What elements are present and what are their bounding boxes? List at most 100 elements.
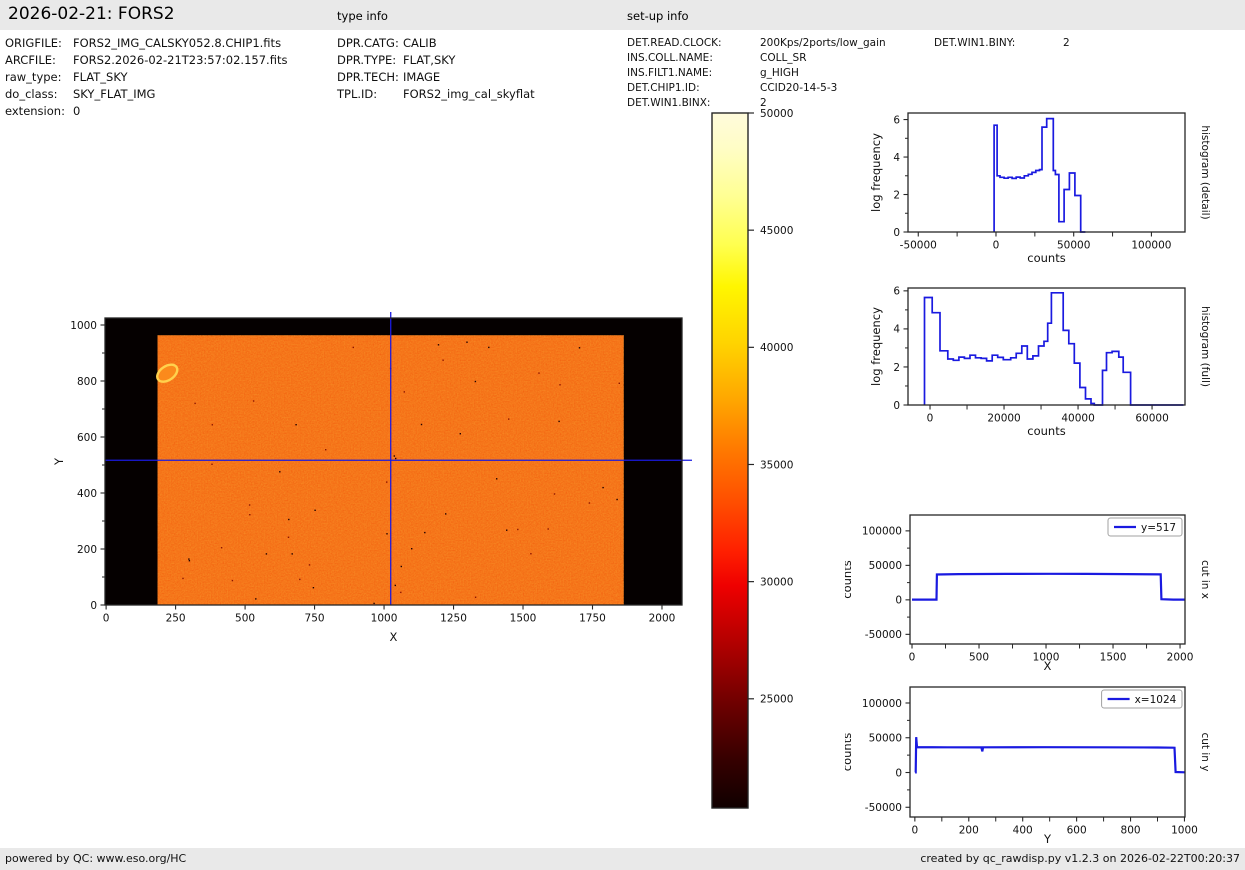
footer-powered-by: powered by QC: www.eso.org/HC: [5, 852, 187, 865]
cut-in-y-plot: 0 200 400 600 800 1000 -50000 0 50000 100000 Ycoun…: [840, 672, 1245, 847]
file-info-panel: ORIGFILE: FORS2_IMG_CALSKY052.8.CHIP1.fit…: [5, 35, 287, 120]
type-info-section-label: type info: [337, 9, 388, 23]
svg-text:0: 0: [893, 400, 900, 412]
svg-text:800: 800: [77, 376, 97, 388]
svg-text:counts: counts: [845, 560, 854, 598]
svg-text:1250: 1250: [440, 613, 467, 625]
svg-text:histogram (full): histogram (full): [1199, 306, 1211, 387]
footer-created-by: created by qc_rawdisp.py v1.2.3 on 2026-…: [920, 852, 1240, 865]
svg-text:0: 0: [895, 767, 902, 779]
svg-text:100000: 100000: [862, 526, 902, 538]
page-title: 2026-02-21: FORS2: [8, 4, 175, 24]
cut-in-x-plot: 0 500 1000 1500 2000 -50000 0 50000 100000 Xcount…: [840, 500, 1245, 675]
colorbar: 25000 30000 35000 40000 45000 50000: [700, 103, 815, 833]
svg-text:500: 500: [235, 613, 255, 625]
svg-text:250: 250: [166, 613, 186, 625]
field-value: g_HIGH: [760, 67, 799, 79]
svg-text:-50000: -50000: [865, 629, 902, 641]
svg-text:0: 0: [90, 600, 97, 612]
svg-text:log frequency: log frequency: [869, 307, 883, 386]
qc-rawdisp-report: 2026-02-21: FORS2 type info set-up info …: [0, 0, 1245, 870]
footer-bar: powered by QC: www.eso.org/HC created by…: [0, 848, 1245, 870]
svg-text:log frequency: log frequency: [869, 133, 883, 212]
type-info-row: DPR.CATG: CALIB: [337, 35, 535, 52]
svg-text:50000: 50000: [1057, 240, 1090, 252]
svg-text:0: 0: [893, 227, 900, 239]
svg-text:750: 750: [305, 613, 325, 625]
svg-text:cut in x: cut in x: [1199, 560, 1211, 599]
svg-text:0: 0: [927, 413, 934, 425]
field-label: DPR.TECH:: [337, 70, 399, 84]
svg-text:-50000: -50000: [900, 240, 937, 252]
field-value: FORS2.2026-02-21T23:57:02.157.fits: [73, 53, 288, 67]
svg-text:35000: 35000: [760, 459, 793, 471]
svg-text:2000: 2000: [1167, 652, 1194, 664]
setup-info-row: DET.READ.CLOCK: 200Kps/2ports/low_gain: [627, 36, 886, 51]
setup-info-section-label: set-up info: [627, 9, 689, 23]
svg-text:40000: 40000: [760, 342, 793, 354]
setup-info-row: INS.COLL.NAME: COLL_SR: [627, 51, 886, 66]
svg-text:800: 800: [1121, 825, 1141, 837]
field-label: extension:: [5, 104, 65, 118]
svg-text:1500: 1500: [1100, 652, 1127, 664]
svg-text:4: 4: [893, 152, 900, 164]
svg-text:0: 0: [103, 613, 110, 625]
setup-info-row: DET.CHIP1.ID: CCID20-14-5-3: [627, 81, 886, 96]
svg-text:X: X: [390, 630, 398, 644]
svg-text:400: 400: [1013, 825, 1033, 837]
svg-text:40000: 40000: [1061, 413, 1094, 425]
field-label: ARCFILE:: [5, 53, 56, 67]
svg-text:100000: 100000: [862, 698, 902, 710]
svg-text:200: 200: [77, 544, 97, 556]
svg-text:2000: 2000: [649, 613, 676, 625]
field-value: 2: [1063, 37, 1070, 49]
field-value: COLL_SR: [760, 52, 807, 64]
svg-text:2: 2: [893, 189, 900, 201]
svg-text:-50000: -50000: [865, 802, 902, 814]
svg-text:600: 600: [1067, 825, 1087, 837]
svg-text:50000: 50000: [760, 108, 793, 120]
field-value: FORS2_IMG_CALSKY052.8.CHIP1.fits: [73, 36, 282, 50]
setup-info-panel-right: DET.WIN1.BINY: 2: [934, 36, 1070, 51]
file-info-row: ARCFILE: FORS2.2026-02-21T23:57:02.157.fi…: [5, 52, 287, 69]
field-label: TPL.ID:: [337, 87, 378, 101]
field-value: FLAT,SKY: [403, 53, 456, 67]
svg-text:400: 400: [77, 488, 97, 500]
field-label: DET.CHIP1.ID:: [627, 82, 700, 94]
main-image-plot: 0 250 500 750 1000 1250 1500 1750 2000 0 200 400 600…: [40, 300, 700, 665]
setup-info-panel: DET.READ.CLOCK: 200Kps/2ports/low_gain IN…: [627, 36, 886, 111]
svg-text:histogram (detail): histogram (detail): [1199, 125, 1211, 219]
svg-text:60000: 60000: [1135, 413, 1168, 425]
field-label: do_class:: [5, 87, 58, 101]
type-info-row: TPL.ID: FORS2_img_cal_skyflat: [337, 86, 535, 103]
type-info-row: DPR.TECH: IMAGE: [337, 69, 535, 86]
svg-text:counts: counts: [845, 733, 854, 771]
svg-text:1000: 1000: [70, 320, 97, 332]
setup-info-row: INS.FILT1.NAME: g_HIGH: [627, 66, 886, 81]
setup-info-row: DET.WIN1.BINY: 2: [934, 36, 1070, 51]
header-bar: 2026-02-21: FORS2 type info set-up info: [0, 0, 1245, 30]
file-info-row: raw_type: FLAT_SKY: [5, 69, 287, 86]
svg-text:y=517: y=517: [1141, 522, 1176, 534]
svg-text:25000: 25000: [760, 694, 793, 706]
field-label: DPR.TYPE:: [337, 53, 397, 67]
svg-text:X: X: [1044, 659, 1052, 673]
field-label: INS.COLL.NAME:: [627, 52, 713, 64]
svg-text:100000: 100000: [1131, 240, 1171, 252]
svg-text:0: 0: [912, 825, 919, 837]
svg-text:1500: 1500: [510, 613, 537, 625]
type-info-panel: DPR.CATG: CALIB DPR.TYPE: FLAT,SKY DPR.TEC…: [337, 35, 535, 103]
svg-text:cut in y: cut in y: [1199, 732, 1211, 771]
svg-text:1000: 1000: [1171, 825, 1198, 837]
field-label: DET.READ.CLOCK:: [627, 37, 722, 49]
field-label: ORIGFILE:: [5, 36, 62, 50]
svg-text:20000: 20000: [987, 413, 1020, 425]
field-value: CCID20-14-5-3: [760, 82, 838, 94]
svg-text:4: 4: [893, 324, 900, 336]
field-value: 200Kps/2ports/low_gain: [760, 37, 886, 49]
svg-text:x=1024: x=1024: [1135, 694, 1177, 706]
svg-text:6: 6: [893, 114, 900, 126]
svg-text:0: 0: [993, 240, 1000, 252]
svg-text:Y: Y: [1043, 832, 1052, 846]
histogram-detail-plot: -50000 0 50000 100000 0 2 4 6 counts log frequenc…: [853, 98, 1245, 278]
